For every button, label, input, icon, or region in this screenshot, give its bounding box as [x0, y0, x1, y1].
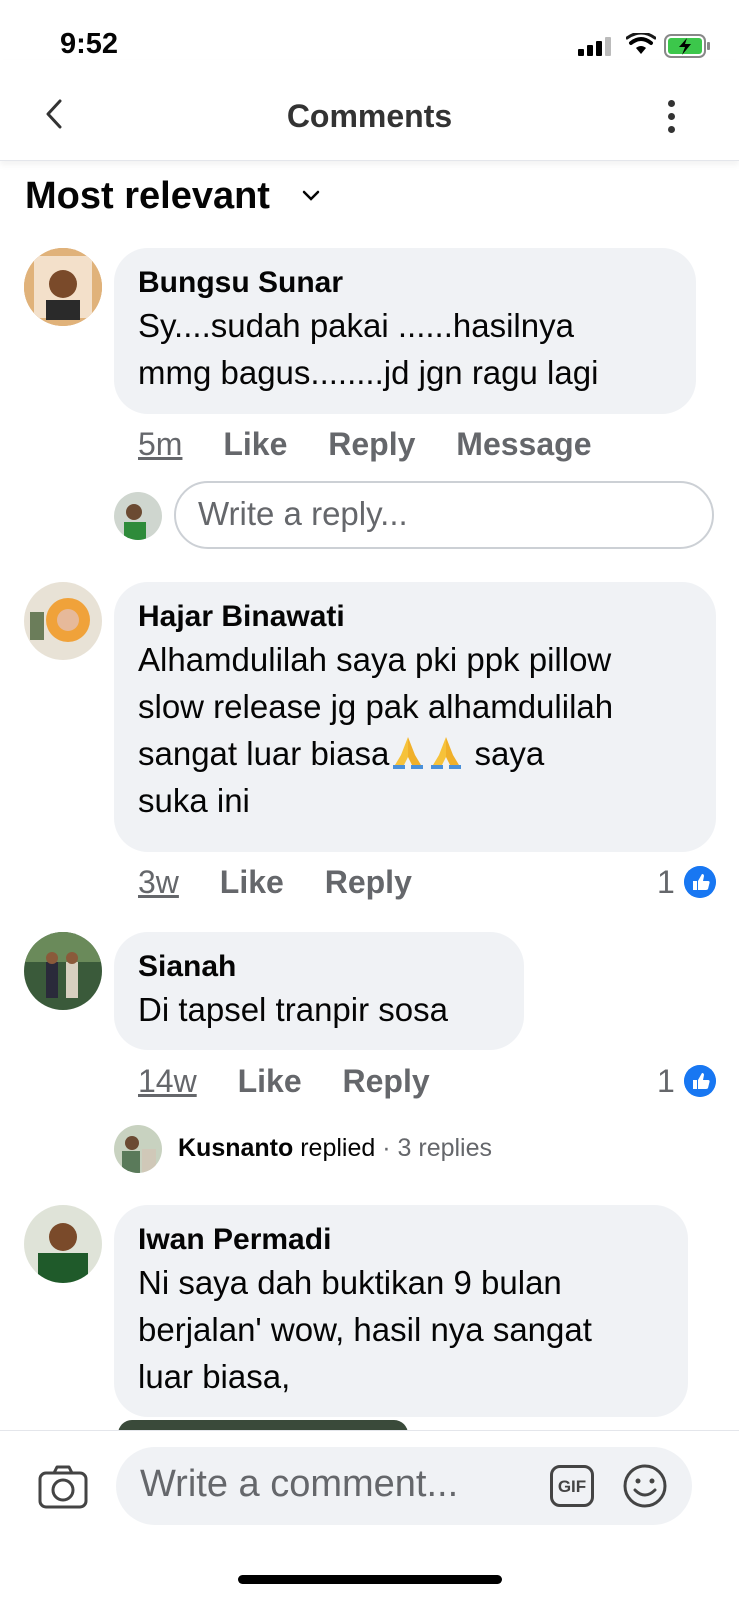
avatar[interactable]	[24, 932, 102, 1010]
comment-text: suka ini	[138, 782, 250, 819]
comment-text: Alhamdulilah saya pki ppk pillow	[138, 641, 612, 678]
like-reaction-icon	[684, 1065, 716, 1097]
comment-text: mmg bagus........jd jgn ragu lagi	[138, 354, 599, 391]
reply-author: Kusnanto	[178, 1134, 294, 1162]
comment-text-line: sangat luar biasa saya	[138, 730, 692, 777]
reply-input[interactable]: Write a reply...	[174, 481, 714, 549]
praying-hands-emoji-icon	[431, 737, 462, 769]
comment-text: luar biasa,	[138, 1358, 291, 1395]
home-indicator	[238, 1575, 502, 1584]
comment-text: Ni saya dah buktikan 9 bulan	[138, 1264, 562, 1301]
gif-button[interactable]: GIF	[550, 1465, 594, 1507]
signal-icon	[578, 37, 611, 56]
like-button[interactable]: Like	[220, 864, 284, 900]
like-button[interactable]: Like	[238, 1063, 302, 1099]
comment-input[interactable]: Write a comment... GIF	[116, 1447, 692, 1525]
comment-bubble: Iwan Permadi Ni saya dah buktikan 9 bula…	[114, 1205, 688, 1417]
more-options-icon[interactable]	[668, 100, 676, 139]
comment-author[interactable]: Sianah	[138, 948, 500, 986]
comment-text: Sy....sudah pakai ......hasilnya	[138, 307, 574, 344]
comment-bubble: Sianah Di tapsel tranpir sosa	[114, 932, 524, 1050]
reply-button[interactable]: Reply	[343, 1063, 430, 1099]
comment-time[interactable]: 5m	[138, 426, 182, 462]
reply-placeholder: Write a reply...	[198, 495, 408, 532]
comment-text: Di tapsel tranpir sosa	[138, 991, 448, 1028]
replied-text: replied	[300, 1134, 376, 1162]
avatar[interactable]	[24, 248, 102, 326]
avatar	[114, 492, 162, 540]
avatar[interactable]	[24, 1205, 102, 1283]
comment-time[interactable]: 3w	[138, 864, 179, 900]
battery-charging-icon	[664, 34, 710, 58]
reply-button[interactable]: Reply	[325, 864, 412, 900]
comment-bubble: Hajar Binawati Alhamdulilah saya pki ppk…	[114, 582, 716, 852]
comment-author[interactable]: Iwan Permadi	[138, 1221, 664, 1259]
app-header: Comments	[0, 60, 739, 161]
avatar	[114, 1125, 162, 1173]
comment-actions: 14w Like Reply	[138, 1063, 462, 1100]
comment-author[interactable]: Bungsu Sunar	[138, 264, 672, 302]
sort-selector[interactable]: Most relevant	[25, 175, 270, 218]
status-time: 9:52	[60, 28, 119, 60]
emoji-icon[interactable]	[622, 1463, 668, 1509]
comment-bubble: Bungsu Sunar Sy....sudah pakai ......has…	[114, 248, 696, 414]
comment-time[interactable]: 14w	[138, 1063, 197, 1099]
reaction-count[interactable]: 1	[657, 864, 675, 901]
comment-actions: 3w Like Reply	[138, 864, 444, 901]
camera-icon[interactable]	[38, 1465, 88, 1509]
like-button[interactable]: Like	[223, 426, 287, 462]
avatar[interactable]	[24, 582, 102, 660]
message-button[interactable]: Message	[456, 426, 591, 462]
view-replies-link[interactable]: Kusnanto replied · 3 replies	[178, 1134, 492, 1163]
comment-placeholder: Write a comment...	[140, 1463, 459, 1505]
page-title: Comments	[286, 98, 453, 134]
like-reaction-icon	[684, 866, 716, 898]
comment-text: sangat luar biasa	[138, 735, 390, 772]
comment-text: berjalan' wow, hasil nya sangat	[138, 1311, 592, 1348]
replies-count: · 3 replies	[382, 1134, 493, 1162]
praying-hands-emoji-icon	[393, 737, 424, 769]
comment-text: slow release jg pak alhamdulilah	[138, 688, 614, 725]
wifi-icon	[626, 33, 656, 54]
chevron-down-icon[interactable]	[302, 190, 320, 202]
reaction-count[interactable]: 1	[657, 1063, 675, 1100]
comment-text: saya	[474, 735, 545, 772]
reply-button[interactable]: Reply	[328, 426, 415, 462]
comment-author[interactable]: Hajar Binawati	[138, 598, 692, 636]
comment-actions: 5m Like Reply Message	[138, 426, 623, 463]
